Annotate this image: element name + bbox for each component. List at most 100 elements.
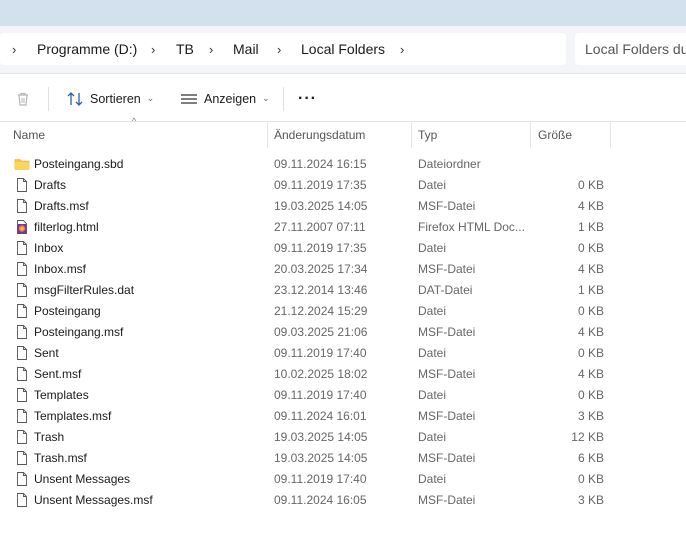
file-size: 0 KB xyxy=(577,387,604,402)
file-row[interactable]: Drafts.msf 19.03.2025 14:05 MSF-Datei 4 KB xyxy=(0,195,686,216)
trash-icon xyxy=(18,92,28,106)
breadcrumb-drive[interactable]: Programme (D:) xyxy=(37,41,137,57)
file-row[interactable]: Posteingang.sbd 09.11.2024 16:15 Dateiordn… xyxy=(0,153,686,174)
file-row[interactable]: Trash.msf 19.03.2025 14:05 MSF-Datei 6 KB xyxy=(0,447,686,468)
file-size: 0 KB xyxy=(577,345,604,360)
file-type: MSF-Datei xyxy=(418,198,476,213)
file-size: 0 KB xyxy=(577,177,604,192)
file-type: MSF-Datei xyxy=(418,450,476,465)
file-name-label: Sent.msf xyxy=(34,366,82,381)
file-name: Sent.msf xyxy=(14,363,264,384)
file-row[interactable]: Posteingang 21.12.2024 15:29 Datei 0 KB xyxy=(0,300,686,321)
file-name: filterlog.html xyxy=(14,216,264,237)
firefox-html-icon xyxy=(14,219,30,235)
delete-button[interactable] xyxy=(14,75,32,122)
breadcrumb[interactable]: › Programme (D:) › TB › Mail › Local Fol… xyxy=(0,33,566,65)
command-bar: Sortieren ⌄ Anzeigen ⌄ ··· xyxy=(0,75,686,122)
file-row[interactable]: Inbox.msf 20.03.2025 17:34 MSF-Datei 4 KB xyxy=(0,258,686,279)
breadcrumb-mail[interactable]: Mail xyxy=(233,41,259,57)
chevron-right-icon[interactable]: › xyxy=(400,42,404,57)
file-row[interactable]: Sent.msf 10.02.2025 18:02 MSF-Datei 4 KB xyxy=(0,363,686,384)
file-date: 21.12.2024 15:29 xyxy=(274,303,368,318)
file-type: Datei xyxy=(418,240,447,255)
column-name[interactable]: Name xyxy=(7,122,267,148)
file-row[interactable]: Inbox 09.11.2019 17:35 Datei 0 KB xyxy=(0,237,686,258)
file-icon xyxy=(14,198,30,214)
sort-button[interactable]: Sortieren ⌄ xyxy=(66,75,154,122)
file-size: 12 KB xyxy=(571,429,604,444)
file-name: Sent xyxy=(14,342,264,363)
file-row[interactable]: Trash 19.03.2025 14:05 Datei 12 KB xyxy=(0,426,686,447)
file-name-label: Templates xyxy=(34,387,89,402)
column-size[interactable]: Größe xyxy=(532,122,610,148)
file-name-label: Trash xyxy=(34,429,65,444)
file-type: Datei xyxy=(418,387,447,402)
toolbar-divider xyxy=(283,87,284,111)
file-name: Trash.msf xyxy=(14,447,264,468)
chevron-right-icon[interactable]: › xyxy=(209,42,213,57)
file-date: 09.03.2025 21:06 xyxy=(274,324,368,339)
address-bar: › Programme (D:) › TB › Mail › Local Fol… xyxy=(0,26,686,74)
file-row[interactable]: filterlog.html 27.11.2007 07:11 Firefox HT… xyxy=(0,216,686,237)
file-name: Posteingang.sbd xyxy=(14,153,264,174)
file-name-label: Posteingang xyxy=(34,303,101,318)
file-icon xyxy=(14,408,30,424)
view-button[interactable]: Anzeigen ⌄ xyxy=(180,75,270,122)
file-type: DAT-Datei xyxy=(418,282,473,297)
file-date: 19.03.2025 14:05 xyxy=(274,429,368,444)
file-name-label: Drafts xyxy=(34,177,67,192)
file-icon xyxy=(14,366,30,382)
chevron-right-icon[interactable]: › xyxy=(277,42,281,57)
file-row[interactable]: Drafts 09.11.2019 17:35 Datei 0 KB xyxy=(0,174,686,195)
toolbar-divider xyxy=(48,87,49,111)
file-icon xyxy=(14,345,30,361)
file-icon xyxy=(14,471,30,487)
file-name-label: Sent xyxy=(34,345,59,360)
file-name: Inbox.msf xyxy=(14,258,264,279)
column-divider[interactable] xyxy=(530,122,531,148)
file-icon xyxy=(14,429,30,445)
chevron-down-icon: ⌄ xyxy=(262,93,270,103)
file-name: Unsent Messages xyxy=(14,468,264,489)
breadcrumb-local-folders[interactable]: Local Folders xyxy=(301,41,385,57)
file-row[interactable]: Unsent Messages 09.11.2019 17:40 Datei 0 KB xyxy=(0,468,686,489)
file-date: 10.02.2025 18:02 xyxy=(274,366,368,381)
file-icon xyxy=(14,450,30,466)
folder-icon xyxy=(14,156,30,172)
file-name-label: Posteingang.msf xyxy=(34,324,124,339)
file-size: 6 KB xyxy=(577,450,604,465)
file-name: Posteingang.msf xyxy=(14,321,264,342)
file-size: 3 KB xyxy=(577,492,604,507)
file-name-label: Posteingang.sbd xyxy=(34,156,124,171)
file-name: Posteingang xyxy=(14,300,264,321)
file-row[interactable]: Unsent Messages.msf 09.11.2024 16:05 MSF-D… xyxy=(0,489,686,510)
file-date: 20.03.2025 17:34 xyxy=(274,261,368,276)
search-input[interactable]: Local Folders du xyxy=(575,33,686,65)
more-icon: ··· xyxy=(298,89,317,107)
file-date: 09.11.2019 17:35 xyxy=(274,240,367,255)
window-titlebar xyxy=(0,0,686,26)
column-date[interactable]: Änderungsdatum xyxy=(268,122,410,148)
file-row[interactable]: Templates 09.11.2019 17:40 Datei 0 KB xyxy=(0,384,686,405)
file-size: 0 KB xyxy=(577,471,604,486)
file-row[interactable]: msgFilterRules.dat 23.12.2014 13:46 DAT-Da… xyxy=(0,279,686,300)
file-type: Datei xyxy=(418,303,447,318)
column-type[interactable]: Typ xyxy=(412,122,530,148)
file-icon xyxy=(14,324,30,340)
breadcrumb-tb[interactable]: TB xyxy=(176,41,194,57)
file-size: 1 KB xyxy=(577,282,604,297)
file-name-label: Inbox xyxy=(34,240,64,255)
chevron-right-icon[interactable]: › xyxy=(151,42,155,57)
file-name-label: Drafts.msf xyxy=(34,198,89,213)
file-row[interactable]: Posteingang.msf 09.03.2025 21:06 MSF-Datei… xyxy=(0,321,686,342)
more-options-button[interactable]: ··· xyxy=(298,75,317,122)
chevron-right-icon[interactable]: › xyxy=(12,42,16,57)
file-icon xyxy=(14,303,30,319)
file-type: Datei xyxy=(418,429,447,444)
column-divider[interactable] xyxy=(610,122,611,148)
file-size: 0 KB xyxy=(577,303,604,318)
file-row[interactable]: Templates.msf 09.11.2024 16:01 MSF-Datei 3 … xyxy=(0,405,686,426)
file-row[interactable]: Sent 09.11.2019 17:40 Datei 0 KB xyxy=(0,342,686,363)
file-name: Inbox xyxy=(14,237,264,258)
file-icon xyxy=(14,492,30,508)
